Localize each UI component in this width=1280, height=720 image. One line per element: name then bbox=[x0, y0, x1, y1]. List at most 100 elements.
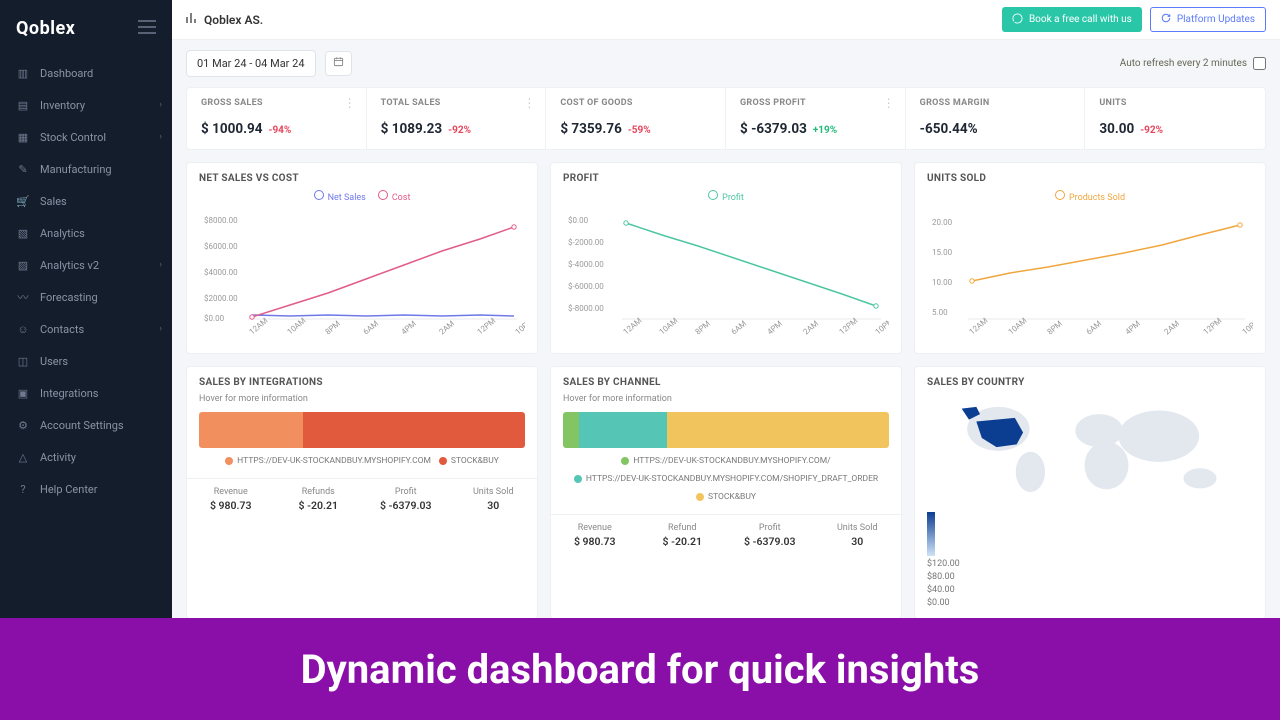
date-range-input[interactable]: 01 Mar 24 - 04 Mar 24 bbox=[186, 50, 316, 77]
kpi-units: UNITS30.00-92% bbox=[1085, 88, 1265, 149]
metric-value: $ -20.21 bbox=[639, 535, 727, 548]
sidebar-item-label: Inventory bbox=[40, 99, 85, 112]
svg-text:4PM: 4PM bbox=[766, 319, 784, 337]
kpi-total-sales: ⋮TOTAL SALES$ 1089.23-92% bbox=[367, 88, 547, 149]
sidebar-item-integrations[interactable]: ▣Integrations bbox=[0, 377, 172, 409]
sidebar-item-label: Integrations bbox=[40, 387, 98, 400]
legend-tick: $0.00 bbox=[927, 598, 1253, 608]
sidebar-icon: ☺ bbox=[16, 322, 30, 336]
svg-text:6AM: 6AM bbox=[1085, 319, 1104, 337]
kpi-menu-icon[interactable]: ⋮ bbox=[344, 96, 356, 110]
sidebar-item-label: Dashboard bbox=[40, 67, 93, 80]
sidebar-item-label: Sales bbox=[40, 195, 67, 208]
metric-value: $ -6379.03 bbox=[726, 535, 814, 548]
kpi-menu-icon[interactable]: ⋮ bbox=[883, 96, 895, 110]
card-title: SALES BY COUNTRY bbox=[927, 377, 1253, 388]
book-call-label: Book a free call with us bbox=[1029, 14, 1132, 25]
sidebar-icon: ▧ bbox=[16, 226, 30, 240]
sidebar-item-stock-control[interactable]: ▦Stock Control› bbox=[0, 121, 172, 153]
banner-text: Dynamic dashboard for quick insights bbox=[301, 646, 980, 693]
world-map[interactable] bbox=[927, 394, 1253, 504]
svg-text:2AM: 2AM bbox=[802, 319, 821, 337]
sidebar-item-contacts[interactable]: ☺Contacts› bbox=[0, 313, 172, 345]
svg-text:20.00: 20.00 bbox=[932, 218, 953, 227]
sidebar-icon: ▤ bbox=[16, 98, 30, 112]
kpi-value: 30.00 bbox=[1099, 121, 1134, 137]
card-title: SALES BY CHANNEL bbox=[563, 377, 889, 388]
sidebar-item-analytics[interactable]: ▧Analytics bbox=[0, 217, 172, 249]
sidebar-icon: ▦ bbox=[16, 130, 30, 144]
kpi-delta: -59% bbox=[628, 125, 651, 136]
metric-label: Refund bbox=[639, 523, 727, 533]
legend-item: Net Sales bbox=[314, 190, 366, 203]
sidebar-item-dashboard[interactable]: ▥Dashboard bbox=[0, 57, 172, 89]
promo-banner: Dynamic dashboard for quick insights bbox=[0, 618, 1280, 720]
svg-text:$-4000.00: $-4000.00 bbox=[568, 260, 604, 269]
legend-item: Profit bbox=[708, 190, 744, 203]
kpi-value: $ 1000.94 bbox=[201, 121, 263, 137]
svg-text:15.00: 15.00 bbox=[932, 248, 953, 257]
auto-refresh-label: Auto refresh every 2 minutes bbox=[1120, 58, 1247, 69]
sidebar-item-account-settings[interactable]: ⚙Account Settings bbox=[0, 409, 172, 441]
auto-refresh-toggle[interactable]: Auto refresh every 2 minutes bbox=[1120, 57, 1266, 70]
legend-tick: $120.00 bbox=[927, 559, 1253, 569]
calendar-button[interactable] bbox=[325, 51, 352, 76]
kpi-gross-sales: ⋮GROSS SALES$ 1000.94-94% bbox=[187, 88, 367, 149]
svg-text:6AM: 6AM bbox=[730, 319, 749, 337]
sidebar-item-label: Stock Control bbox=[40, 131, 106, 144]
sidebar-icon: 🛒 bbox=[16, 194, 30, 208]
card-net-sales-vs-cost: NET SALES VS COST Net Sales Cost $8000.0… bbox=[186, 162, 538, 354]
kpi-delta: -94% bbox=[269, 125, 292, 136]
integration-bar[interactable] bbox=[199, 412, 525, 448]
kpi-label: GROSS MARGIN bbox=[920, 98, 1071, 108]
channel-bar[interactable] bbox=[563, 412, 889, 448]
sidebar-item-label: Forecasting bbox=[40, 291, 98, 304]
chart-icon bbox=[186, 12, 198, 27]
card-units-sold: UNITS SOLD Products Sold 20.00 15.00 10.… bbox=[914, 162, 1266, 354]
metric-value: 30 bbox=[814, 535, 902, 548]
brand-logo: Qoblex bbox=[16, 18, 75, 39]
card-title: PROFIT bbox=[563, 173, 889, 184]
card-sales-by-integrations: SALES BY INTEGRATIONS Hover for more inf… bbox=[186, 366, 538, 618]
svg-text:6AM: 6AM bbox=[362, 319, 381, 337]
units-chart: 20.00 15.00 10.00 5.00 12AM10AM8PM6AM4PM… bbox=[927, 209, 1253, 339]
main-area: Qoblex AS. Book a free call with us Plat… bbox=[172, 0, 1280, 618]
svg-text:$8000.00: $8000.00 bbox=[204, 216, 238, 225]
sidebar-item-help-center[interactable]: ?Help Center bbox=[0, 473, 172, 505]
sidebar-item-analytics-v2[interactable]: ▨Analytics v2› bbox=[0, 249, 172, 281]
sidebar-item-sales[interactable]: 🛒 Sales bbox=[0, 185, 172, 217]
card-title: NET SALES VS COST bbox=[199, 173, 525, 184]
svg-text:$-2000.00: $-2000.00 bbox=[568, 238, 604, 247]
book-call-button[interactable]: Book a free call with us bbox=[1002, 7, 1142, 32]
kpi-value: -650.44% bbox=[920, 121, 978, 137]
footer-metrics: Revenue$ 980.73Refunds$ -20.21Profit$ -6… bbox=[187, 478, 537, 514]
svg-text:$4000.00: $4000.00 bbox=[204, 268, 238, 277]
chevron-right-icon: › bbox=[159, 260, 162, 270]
svg-text:8PM: 8PM bbox=[324, 319, 342, 337]
metric-label: Revenue bbox=[187, 487, 275, 497]
platform-updates-label: Platform Updates bbox=[1177, 14, 1255, 25]
metric-value: 30 bbox=[450, 499, 538, 512]
sidebar-item-label: Activity bbox=[40, 451, 76, 464]
sidebar-item-manufacturing[interactable]: ✎Manufacturing bbox=[0, 153, 172, 185]
sidebar-item-users[interactable]: ◫Users bbox=[0, 345, 172, 377]
kpi-menu-icon[interactable]: ⋮ bbox=[523, 96, 535, 110]
kpi-gross-margin: GROSS MARGIN -650.44% bbox=[906, 88, 1086, 149]
kpi-gross-profit: ⋮GROSS PROFIT$ -6379.03+19% bbox=[726, 88, 906, 149]
topbar: Qoblex AS. Book a free call with us Plat… bbox=[172, 0, 1280, 40]
legend-item: HTTPS://DEV-UK-STOCKANDBUY.MYSHOPIFY.COM… bbox=[633, 456, 830, 466]
auto-refresh-checkbox[interactable] bbox=[1253, 57, 1266, 70]
sidebar-item-forecasting[interactable]: 〰Forecasting bbox=[0, 281, 172, 313]
platform-updates-button[interactable]: Platform Updates bbox=[1150, 7, 1266, 32]
card-title: SALES BY INTEGRATIONS bbox=[199, 377, 525, 388]
metric-value: $ 980.73 bbox=[187, 499, 275, 512]
chevron-right-icon: › bbox=[159, 100, 162, 110]
sidebar-item-inventory[interactable]: ▤ Inventory › bbox=[0, 89, 172, 121]
sidebar-item-activity[interactable]: △Activity bbox=[0, 441, 172, 473]
sidebar-item-label: Account Settings bbox=[40, 419, 124, 432]
kpi-delta: +19% bbox=[813, 125, 837, 136]
card-profit: PROFIT Profit $0.00 $-2000.00 $-4000.00 … bbox=[550, 162, 902, 354]
menu-toggle-icon[interactable] bbox=[138, 19, 156, 38]
refresh-icon bbox=[1161, 13, 1171, 26]
kpi-label: TOTAL SALES bbox=[381, 98, 532, 108]
